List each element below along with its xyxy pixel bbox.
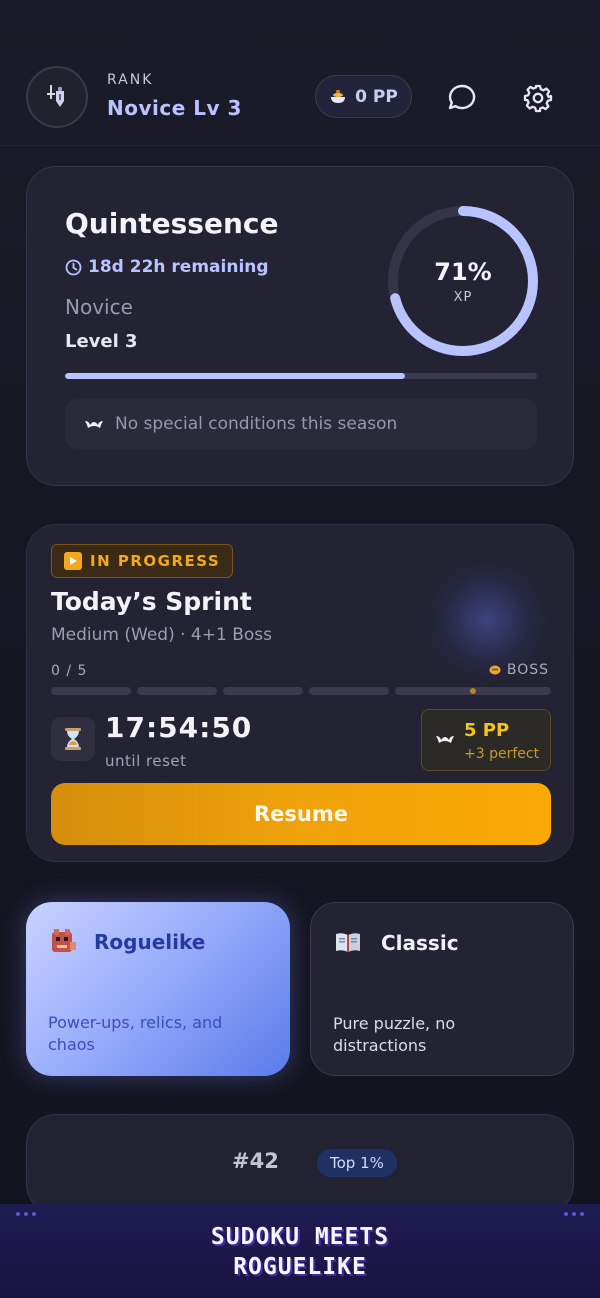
season-remaining: 18d 22h remaining [65, 257, 269, 277]
progress-segment [137, 687, 217, 695]
leaderboard-card[interactable]: #42 Top 1% [26, 1114, 574, 1214]
reset-timer-label: until reset [105, 752, 187, 770]
reward-pp: 5 PP [464, 720, 510, 741]
pp-balance-button[interactable]: 0 PP [315, 75, 412, 118]
season-title: Quintessence [65, 207, 279, 240]
gear-icon [523, 84, 553, 113]
bat-icon [85, 421, 103, 428]
banner-decoration-dots [16, 1212, 36, 1216]
chat-button[interactable] [440, 76, 484, 120]
banner-decoration-dots [564, 1212, 584, 1216]
settings-button[interactable] [516, 76, 560, 120]
leaderboard-percentile-badge: Top 1% [317, 1149, 397, 1177]
hourglass-icon [51, 717, 95, 761]
xp-label: XP [453, 289, 473, 305]
boss-label: BOSS [489, 662, 549, 678]
sprint-title: Today’s Sprint [51, 587, 252, 616]
mode-title-roguelike: Roguelike [94, 930, 206, 954]
boss-label-text: BOSS [506, 662, 549, 678]
leaderboard-rank: #42 [232, 1149, 279, 1173]
mode-card-classic[interactable]: Classic Pure puzzle, no distractions [310, 902, 574, 1076]
banner-headline: SUDOKU MEETS ROGUELIKE [0, 1222, 600, 1282]
mode-desc-roguelike: Power-ups, relics, and chaos [48, 1013, 223, 1054]
season-level: Level 3 [65, 331, 138, 352]
cauldron-icon [331, 89, 346, 103]
season-conditions: No special conditions this season [65, 399, 537, 449]
status-badge-text: IN PROGRESS [90, 552, 221, 570]
banner-line-2: ROGUELIKE [233, 1254, 367, 1280]
play-icon [64, 552, 82, 570]
boss-marker [470, 688, 476, 694]
boss-progress-segment [395, 687, 551, 695]
promo-banner: SUDOKU MEETS ROGUELIKE [0, 1204, 600, 1298]
sprint-progress-count: 0 / 5 [51, 663, 88, 679]
level-progress-fill [65, 373, 405, 379]
top-bar: RANK Novice Lv 3 0 PP [0, 0, 600, 146]
sprint-progress-segments [51, 687, 551, 695]
progress-segment [309, 687, 389, 695]
knight-icon [47, 85, 64, 107]
avatar[interactable] [26, 66, 88, 128]
season-conditions-text: No special conditions this season [115, 414, 398, 434]
season-card[interactable]: Quintessence 18d 22h remaining Novice Le… [26, 166, 574, 486]
mode-title-classic: Classic [381, 931, 459, 955]
xp-percent: 71% [434, 257, 492, 286]
season-remaining-text: 18d 22h remaining [88, 257, 269, 277]
progress-segment [223, 687, 303, 695]
mode-desc-classic: Pure puzzle, no distractions [333, 1014, 456, 1055]
rank-value: Novice Lv 3 [107, 96, 242, 120]
dragon-icon [52, 929, 76, 952]
resume-button[interactable]: Resume [51, 783, 551, 845]
reward-box: 5 PP +3 perfect [421, 709, 551, 771]
book-icon [336, 933, 360, 952]
level-progress-bar [65, 373, 537, 379]
mode-card-roguelike[interactable]: Roguelike Power-ups, relics, and chaos [26, 902, 290, 1076]
sprint-subtitle: Medium (Wed) · 4+1 Boss [51, 625, 272, 645]
bat-icon [436, 736, 454, 743]
chat-icon [448, 84, 476, 110]
boss-icon [489, 665, 501, 675]
rank-label: RANK [107, 72, 154, 88]
banner-line-1: SUDOKU MEETS [210, 1224, 390, 1250]
pp-balance-value: 0 PP [355, 86, 398, 107]
daily-sprint-card[interactable]: IN PROGRESS Today’s Sprint Medium (Wed) … [26, 524, 574, 862]
clock-icon [65, 259, 82, 275]
progress-segment [51, 687, 131, 695]
xp-readout: 71% XP [385, 203, 541, 359]
season-tier: Novice [65, 295, 133, 319]
reset-timer: 17:54:50 [105, 711, 253, 744]
status-badge: IN PROGRESS [51, 544, 234, 578]
reward-bonus: +3 perfect [464, 746, 540, 762]
